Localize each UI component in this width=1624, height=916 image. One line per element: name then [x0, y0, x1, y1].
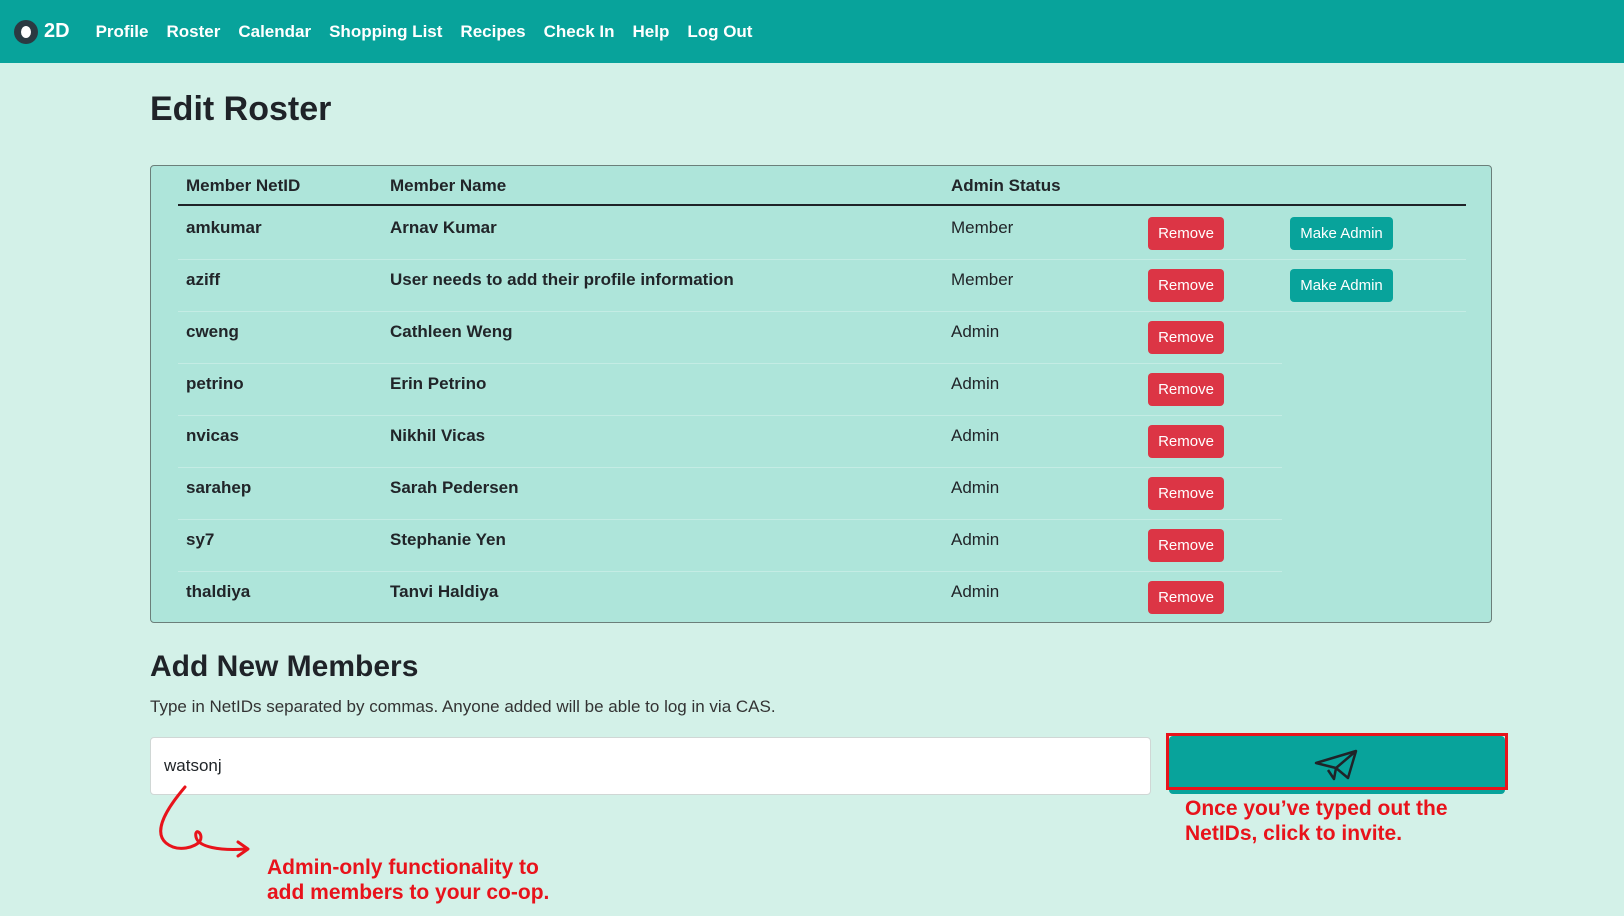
nav-link-check-in[interactable]: Check In: [544, 22, 615, 42]
admin-annotation-line: Admin-only functionality to: [267, 856, 539, 879]
remove-button[interactable]: Remove: [1148, 581, 1224, 614]
admin-annotation-line: add members to your co-op.: [267, 881, 550, 904]
page-title: Edit Roster: [150, 90, 332, 128]
annotation-arrow-icon: [159, 785, 250, 858]
nav-link-log-out[interactable]: Log Out: [687, 22, 752, 42]
row-netid: thaldiya: [186, 582, 251, 601]
table-row: cweng Cathleen Weng Admin Remove: [178, 312, 1466, 364]
row-status: Admin: [951, 322, 1000, 341]
nav-link-recipes[interactable]: Recipes: [460, 22, 525, 42]
row-name: Cathleen Weng: [390, 322, 513, 341]
row-status: Admin: [951, 530, 1000, 549]
remove-button[interactable]: Remove: [1148, 269, 1224, 302]
table-header: Member NetID Member Name Admin Status: [178, 166, 1466, 206]
remove-button[interactable]: Remove: [1148, 217, 1224, 250]
remove-button[interactable]: Remove: [1148, 477, 1224, 510]
row-name: Erin Petrino: [390, 374, 487, 393]
invite-annotation-line: Once you’ve typed out the: [1185, 797, 1448, 820]
remove-button[interactable]: Remove: [1148, 373, 1224, 406]
row-name: Arnav Kumar: [390, 218, 497, 237]
roster-table: Member NetID Member Name Admin Status am…: [150, 165, 1492, 623]
remove-button[interactable]: Remove: [1148, 425, 1224, 458]
nav-link-help[interactable]: Help: [632, 22, 669, 42]
top-navbar: 2D Profile Roster Calendar Shopping List…: [0, 0, 1624, 63]
row-name: Tanvi Haldiya: [390, 582, 499, 601]
invite-annotation: Once you’ve typed out the NetIDs, click …: [1185, 796, 1448, 846]
row-status: Member: [951, 270, 1014, 289]
row-status: Admin: [951, 426, 1000, 445]
nav-link-profile[interactable]: Profile: [96, 22, 149, 42]
row-netid: cweng: [186, 322, 239, 341]
nav-link-shopping-list[interactable]: Shopping List: [329, 22, 442, 42]
table-row: nvicas Nikhil Vicas Admin Remove: [178, 416, 1466, 468]
row-netid: amkumar: [186, 218, 262, 237]
invite-annotation-line: NetIDs, click to invite.: [1185, 822, 1403, 845]
admin-annotation: Admin-only functionality to add members …: [267, 855, 549, 905]
nav-link-calendar[interactable]: Calendar: [238, 22, 311, 42]
row-status: Admin: [951, 478, 1000, 497]
table-row: thaldiya Tanvi Haldiya Admin Remove: [178, 572, 1466, 624]
remove-button[interactable]: Remove: [1148, 529, 1224, 562]
row-name: Sarah Pedersen: [390, 478, 519, 497]
logo-icon: [14, 19, 38, 44]
table-row: amkumar Arnav Kumar Member Remove Make A…: [178, 208, 1466, 260]
table-row: petrino Erin Petrino Admin Remove: [178, 364, 1466, 416]
header-name: Member Name: [390, 176, 507, 195]
netid-input[interactable]: [150, 737, 1151, 795]
row-netid: nvicas: [186, 426, 239, 445]
row-netid: aziff: [186, 270, 220, 289]
table-row: sarahep Sarah Pedersen Admin Remove: [178, 468, 1466, 520]
invite-highlight-frame: [1166, 733, 1508, 790]
row-status: Admin: [951, 374, 1000, 393]
row-netid: sarahep: [186, 478, 252, 497]
row-status: Admin: [951, 582, 1000, 601]
row-name: User needs to add their profile informat…: [390, 270, 734, 289]
add-members-title: Add New Members: [150, 650, 419, 683]
row-name: Nikhil Vicas: [390, 426, 486, 445]
table-row: aziff User needs to add their profile in…: [178, 260, 1466, 312]
remove-button[interactable]: Remove: [1148, 321, 1224, 354]
make-admin-button[interactable]: Make Admin: [1290, 269, 1393, 302]
table-row: sy7 Stephanie Yen Admin Remove: [178, 520, 1466, 572]
header-netid: Member NetID: [186, 176, 301, 195]
row-netid: sy7: [186, 530, 215, 549]
nav-link-roster[interactable]: Roster: [166, 22, 220, 42]
row-name: Stephanie Yen: [390, 530, 506, 549]
brand-text: 2D: [44, 20, 70, 42]
row-status: Member: [951, 218, 1014, 237]
add-members-help: Type in NetIDs separated by commas. Anyo…: [150, 697, 776, 716]
header-admin-status: Admin Status: [951, 176, 1061, 195]
row-netid: petrino: [186, 374, 244, 393]
brand[interactable]: 2D: [14, 19, 70, 44]
make-admin-button[interactable]: Make Admin: [1290, 217, 1393, 250]
